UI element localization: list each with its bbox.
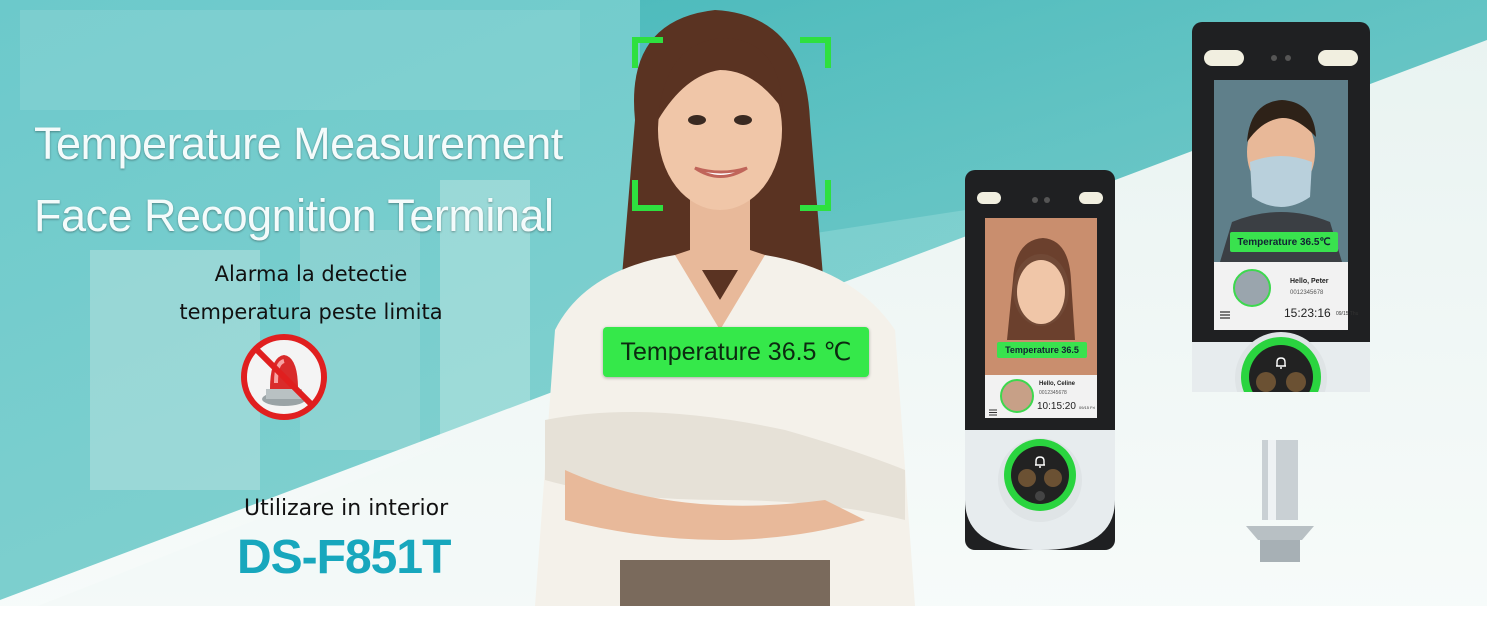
terminal-right-date: 09/15 Thu <box>1336 311 1359 317</box>
alarm-note-line-2: temperatura peste limita <box>179 300 443 324</box>
temperature-badge: Temperature 36.5 ℃ <box>603 327 869 377</box>
headline-line-2: Face Recognition Terminal <box>34 190 554 241</box>
terminal-right-greeting: Hello, Peter <box>1290 278 1329 285</box>
headline-line-1: Temperature Measurement <box>34 118 563 169</box>
terminal-right-stand <box>1246 440 1314 562</box>
product-banner: Temperature Measurement Face Recognition… <box>0 0 1487 621</box>
alarm-note-line-1: Alarma la detectie <box>214 262 408 286</box>
prohibited-alarm-icon <box>241 334 327 420</box>
terminal-right-body <box>1192 50 1370 392</box>
terminal-left-greeting: Hello, Celine <box>1039 381 1076 387</box>
terminal-right-temperature: Temperature 36.5℃ <box>1230 232 1338 252</box>
terminal-right: Temperature 36.5℃ Hello, Peter 001234567… <box>1192 22 1370 392</box>
menu-icon <box>1220 311 1230 319</box>
terminal-left-temperature: Temperature 36.5 <box>997 342 1087 358</box>
woman-photo <box>535 10 915 606</box>
terminal-left-date: 09/15 Fri <box>1079 405 1095 410</box>
terminal-left-time: 10:15:20 <box>1037 401 1076 412</box>
model-name: DS-F851T <box>237 531 451 584</box>
terminal-left-id: 0012345678 <box>1039 390 1067 396</box>
terminal-left-body <box>965 192 1115 550</box>
terminal-right-time: 15:23:16 <box>1284 306 1331 320</box>
terminal-left: Temperature 36.5 Hello, Celine 001234567… <box>965 170 1115 550</box>
menu-icon <box>989 409 997 416</box>
terminal-right-id: 0012345678 <box>1290 290 1324 296</box>
bell-icon <box>1035 456 1045 468</box>
indoor-use-label: Utilizare in interior <box>244 496 449 521</box>
bell-icon <box>1276 357 1286 369</box>
